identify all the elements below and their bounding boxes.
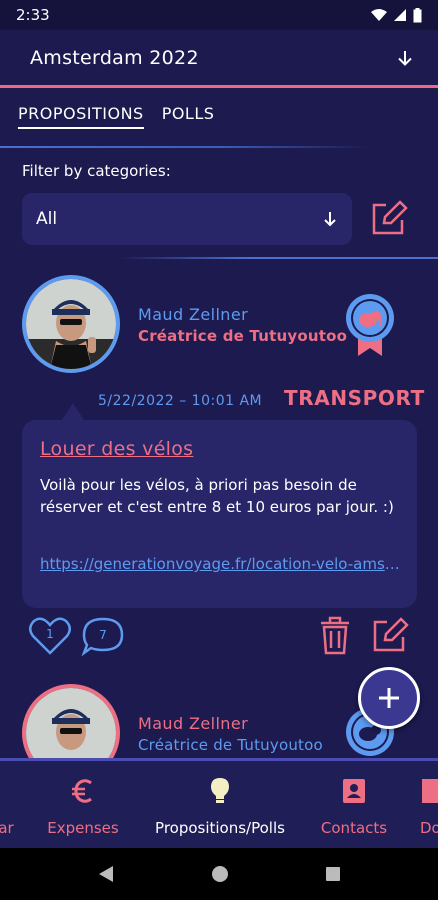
post-title[interactable]: Louer des vélos [40, 438, 193, 460]
tab-bar: PROPOSITIONS POLLS [18, 104, 214, 129]
status-icons [371, 7, 422, 23]
document-icon [420, 777, 438, 805]
tab-propositions[interactable]: PROPOSITIONS [18, 104, 144, 129]
arrow-down-icon [324, 212, 336, 227]
filter-divider [118, 257, 438, 259]
back-icon[interactable] [97, 865, 115, 883]
filter-value: All [36, 209, 58, 229]
trip-selector[interactable]: Amsterdam 2022 [0, 30, 438, 88]
battery-icon [413, 7, 422, 22]
edit-icon[interactable] [371, 617, 409, 653]
author-photo [26, 279, 116, 369]
tab-polls[interactable]: POLLS [162, 104, 215, 129]
nav-item-propositions-polls[interactable]: Propositions/Polls [145, 761, 295, 851]
recents-icon[interactable] [325, 866, 341, 882]
nav-label: Contacts [320, 819, 388, 837]
filter-label: Filter by categories: [22, 162, 171, 180]
post-link[interactable]: https://generationvoyage.fr/location-vel… [40, 555, 400, 573]
bubble-pointer [62, 403, 84, 420]
avatar[interactable] [22, 275, 120, 373]
bottom-navigation: Calendar Expenses Propositions/Polls Con… [0, 758, 438, 848]
wifi-icon [371, 9, 387, 21]
nav-label: Calendar [0, 819, 14, 837]
nav-item-expenses[interactable]: Expenses [40, 761, 126, 851]
like-count: 1 [46, 627, 54, 641]
delete-icon[interactable] [318, 614, 352, 656]
trip-title: Amsterdam 2022 [30, 46, 199, 69]
edit-icon[interactable] [370, 200, 408, 236]
nav-item-calendar[interactable]: Calendar [0, 761, 20, 851]
system-navigation-bar [0, 848, 438, 900]
nav-label: Propositions/Polls [155, 819, 285, 837]
tabs-divider [0, 146, 370, 148]
arrow-down-icon[interactable] [396, 49, 414, 67]
author-role: Créatrice de Tutuyoutoo [138, 736, 323, 754]
post-body: Voilà pour les vélos, à priori pas besoi… [40, 476, 394, 516]
nav-item-documents[interactable]: Documents [420, 761, 438, 851]
post-category: TRANSPORT [284, 386, 425, 410]
author-role: Créatrice de Tutuyoutoo [138, 327, 348, 345]
status-bar: 2:33 [0, 0, 438, 30]
euro-icon [70, 777, 96, 805]
comment-count: 7 [99, 628, 107, 642]
like-button[interactable]: 1 [28, 616, 72, 656]
nav-item-contacts[interactable]: Contacts [314, 761, 394, 851]
author-name: Maud Zellner [138, 714, 249, 733]
status-time: 2:33 [16, 6, 50, 24]
category-filter-select[interactable]: All [22, 193, 352, 245]
contacts-icon [342, 777, 366, 805]
nav-label: Expenses [47, 819, 119, 837]
home-icon[interactable] [211, 865, 229, 883]
lightbulb-icon [209, 777, 231, 805]
signal-icon [394, 9, 406, 21]
plus-icon [379, 688, 399, 708]
app-screen: 2:33 Amsterdam 2022 PROPOSITIONS POLLS F… [0, 0, 438, 900]
nav-label: Documents [420, 819, 438, 837]
elephant-badge-icon [346, 294, 394, 356]
add-proposition-button[interactable] [358, 667, 420, 729]
author-name: Maud Zellner [138, 305, 249, 324]
comment-button[interactable]: 7 [80, 616, 126, 656]
post-date: 5/22/2022 – 10:01 AM [98, 393, 263, 409]
